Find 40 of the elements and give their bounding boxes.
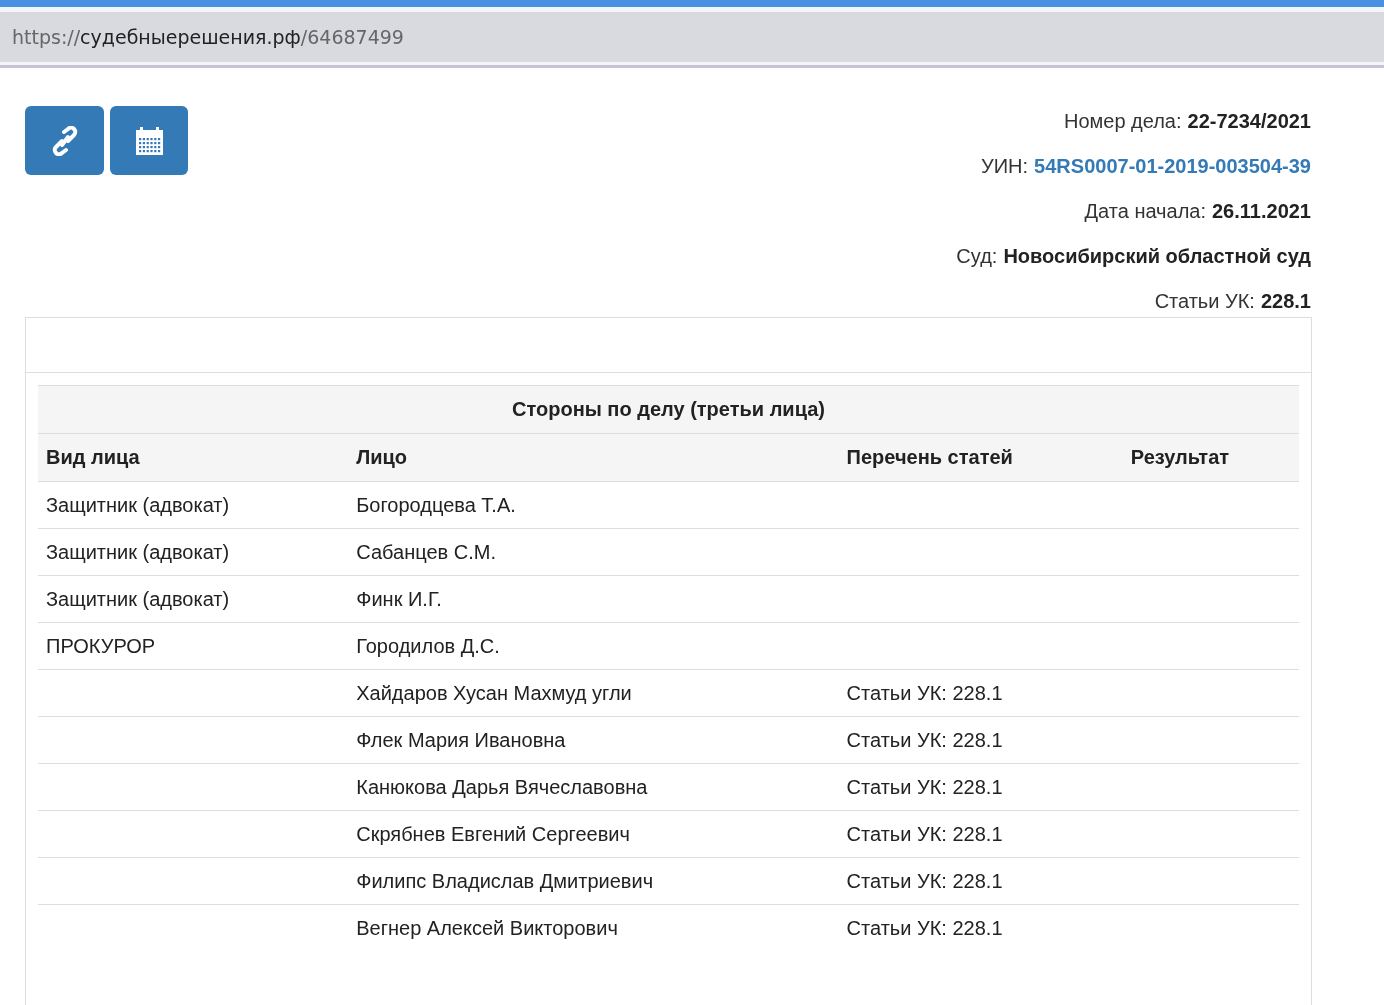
info-label: Суд:: [956, 245, 998, 268]
table-cell: Защитник (адвокат): [46, 587, 230, 610]
table-cell: Филипс Владислав Дмитриевич: [356, 869, 654, 892]
table-cell: Скрябнев Евгений Сергеевич: [356, 822, 630, 845]
column-header: Вид лица: [38, 433, 349, 482]
info-label: Статьи УК:: [1154, 290, 1255, 313]
info-value: Новосибирский областной суд: [1003, 245, 1311, 268]
table-cell: Защитник (адвокат): [46, 540, 230, 563]
table-cell: Статьи УК: 228.1: [846, 775, 1003, 798]
table-cell: Богородцева Т.А.: [356, 493, 516, 516]
table-cell: Сабанцев С.М.: [356, 540, 496, 563]
column-header: Лицо: [348, 433, 839, 482]
table-cell: Статьи УК: 228.1: [846, 822, 1003, 845]
table-cell: Канюкова Дарья Вячеславовна: [356, 775, 648, 798]
column-header: Перечень статей: [838, 433, 1123, 482]
table-cell: Флек Мария Ивановна: [356, 728, 566, 751]
calendar-button[interactable]: [110, 106, 188, 175]
link-button[interactable]: [25, 106, 104, 175]
info-value: 22-7234/2021: [1187, 110, 1311, 133]
info-value: 228.1: [1260, 290, 1311, 313]
calendar-icon: [135, 126, 163, 155]
info-value: 26.11.2021: [1212, 200, 1311, 223]
table-cell: Финк И.Г.: [356, 587, 442, 610]
table-cell: Хайдаров Хусан Махмуд угли: [356, 681, 632, 704]
table-cell: Статьи УК: 228.1: [846, 916, 1003, 939]
table-cell: Вегнер Алексей Викторович: [356, 916, 618, 939]
uin-link[interactable]: 54RS0007-01-2019-003504-39: [1034, 155, 1311, 178]
table-cell: Статьи УК: 228.1: [846, 869, 1003, 892]
address-field[interactable]: https://судебныерешения.рф/64687499: [0, 12, 1384, 65]
table-cell: Статьи УК: 228.1: [846, 681, 1003, 704]
table-cell: Статьи УК: 228.1: [846, 728, 1003, 751]
table-title: Стороны по делу (третьи лица): [38, 385, 1299, 434]
table-cell: Защитник (адвокат): [46, 493, 230, 516]
table-cell: ПРОКУРОР: [46, 634, 156, 657]
link-icon: [50, 125, 79, 156]
info-label: Номер дела:: [1063, 110, 1182, 133]
info-label: Дата начала:: [1084, 200, 1206, 223]
info-label: УИН:: [981, 155, 1029, 178]
column-header: Результат: [1122, 433, 1299, 482]
table-cell: Городилов Д.С.: [356, 634, 500, 657]
